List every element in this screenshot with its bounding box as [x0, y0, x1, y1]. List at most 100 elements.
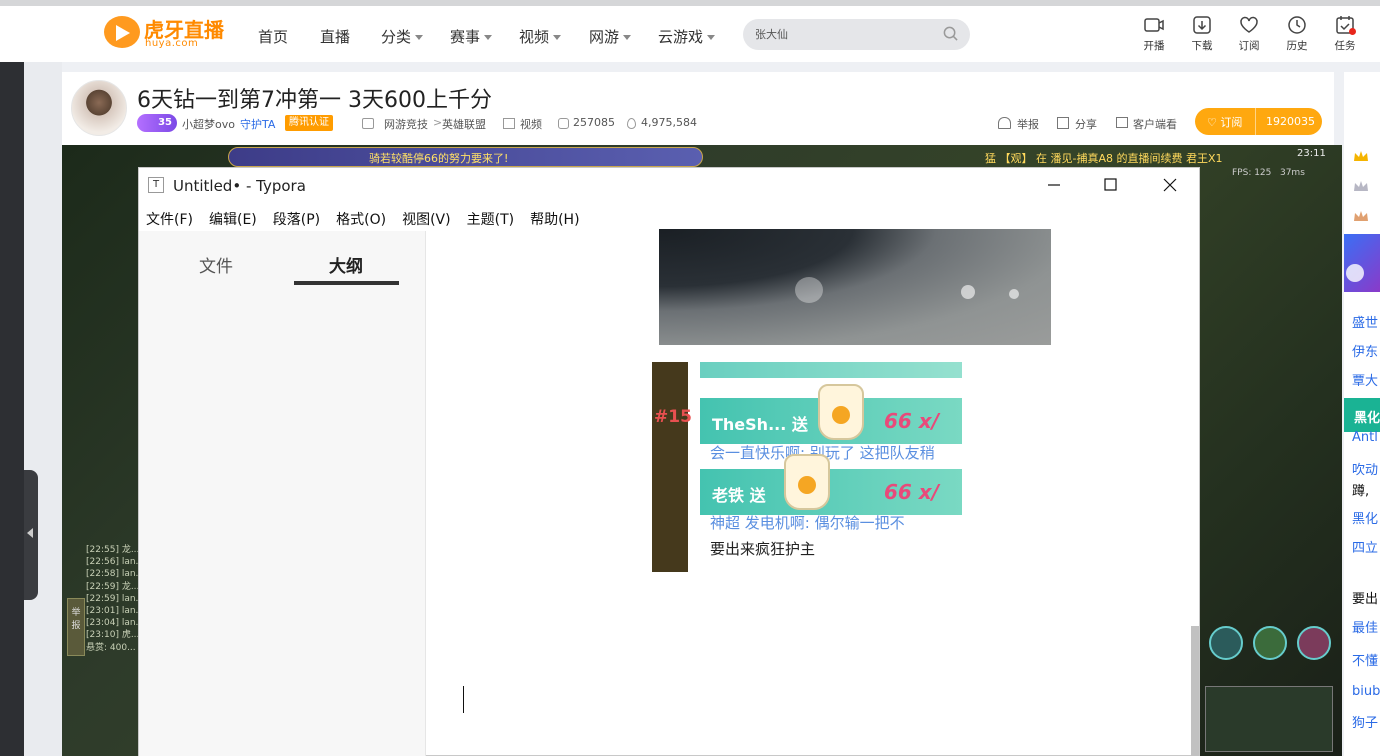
chat-line: 神超 发电机啊: 偶尔输一把不 — [710, 514, 905, 532]
bell-icon — [998, 117, 1011, 129]
search-input[interactable] — [755, 25, 935, 43]
nav-home[interactable]: 首页 — [258, 26, 288, 47]
nav-category[interactable]: 分类 — [381, 26, 424, 47]
header-action-tasks[interactable]: 任务 — [1328, 14, 1362, 53]
header-action-download[interactable]: 下载 — [1185, 14, 1219, 53]
guard-link[interactable]: 守护TA — [240, 116, 275, 132]
room-title: 6天钻一到第7冲第一 3天600上千分 — [137, 88, 492, 113]
share-link[interactable]: 分享 — [1075, 116, 1097, 132]
light-spot — [1009, 289, 1019, 299]
chat-line: [22:56] lan... — [86, 557, 145, 568]
menu-paragraph[interactable]: 段落(P) — [273, 212, 320, 228]
streamer-name[interactable]: 小超梦ovo — [182, 116, 235, 132]
tab-outline[interactable]: 大纲 — [329, 252, 363, 277]
chat-line: [22:55] 龙... — [86, 545, 140, 555]
breadcrumb-separator: > — [433, 116, 443, 129]
subscribe-label: 订阅 — [1220, 116, 1243, 129]
nav-cloud-games[interactable]: 云游戏 — [658, 26, 716, 47]
popularity-icon — [627, 118, 636, 129]
sidebar-chat-line: 伊东 — [1352, 345, 1379, 360]
crown-icon — [1354, 151, 1368, 161]
chat-line: 要出来疯狂护主 — [710, 540, 816, 558]
menu-help[interactable]: 帮助(H) — [530, 212, 579, 228]
room-id: 257085 — [573, 116, 615, 129]
huya-logo[interactable]: 虎牙直播 huya.com — [104, 14, 244, 50]
gift-bag-icon — [784, 454, 830, 510]
video-notice: 猛 【观】 在 潘见-捕真A8 的直播间续费 君王X1 — [985, 152, 1223, 165]
pasted-image-photo[interactable] — [659, 229, 1051, 345]
subscribe-button[interactable]: ♡ 订阅 1920035 — [1195, 108, 1322, 135]
header-action-subscribe[interactable]: 订阅 — [1232, 14, 1266, 53]
sidebar-chat-line: 不懂 — [1352, 654, 1379, 669]
action-label: 任务 — [1334, 40, 1356, 52]
sidebar-chat-line: 覃大 — [1352, 374, 1379, 389]
editor-scrollbar[interactable] — [1191, 626, 1199, 756]
header-action-history[interactable]: 历史 — [1280, 14, 1314, 53]
nav-live[interactable]: 直播 — [320, 26, 350, 47]
header-action-broadcast[interactable]: 开播 — [1137, 14, 1171, 53]
tab-files[interactable]: 文件 — [199, 252, 233, 277]
video-report-button[interactable]: 举报 — [67, 598, 85, 656]
download-icon — [1193, 16, 1211, 34]
light-spot — [795, 277, 823, 303]
menu-view[interactable]: 视图(V) — [402, 212, 451, 228]
menu-theme[interactable]: 主题(T) — [467, 212, 514, 228]
client-link[interactable]: 客户端看 — [1133, 116, 1177, 132]
sidebar-chat-line: 四立 — [1352, 541, 1379, 556]
pasted-image-gift-chat[interactable]: #15 TheSh... 送 66 x/ 会一直快乐啊: 别玩了 这把队友稍 老… — [652, 362, 962, 572]
search-icon[interactable] — [943, 26, 958, 41]
light-spot — [961, 285, 975, 299]
popularity-count: 4,975,584 — [641, 116, 697, 129]
nav-video[interactable]: 视频 — [519, 26, 562, 47]
sidebar-banner[interactable] — [1344, 234, 1380, 292]
sidebar-chat-line: 狗子 — [1352, 716, 1379, 731]
prev-arrow-icon[interactable] — [1346, 264, 1364, 282]
minimize-icon[interactable] — [1043, 176, 1065, 194]
subscriber-count: 1920035 — [1255, 108, 1315, 135]
clock-icon — [1288, 16, 1306, 34]
active-tab-indicator — [294, 281, 399, 285]
menu-file[interactable]: 文件(F) — [146, 212, 193, 228]
chat-line: [23:10] 虎... — [86, 630, 140, 641]
chat-line: [23:04] lan... — [86, 618, 145, 629]
gift-bag-icon — [818, 384, 864, 440]
category-icon — [362, 118, 374, 129]
sidebar-chat-line: 吹动 — [1352, 463, 1379, 478]
ping-value: 37ms — [1279, 168, 1305, 178]
game-minimap — [1205, 686, 1333, 752]
banner-text: 骑若较酷停66的努力要来了! — [369, 152, 509, 165]
close-icon[interactable] — [1159, 176, 1181, 194]
search-box — [743, 19, 970, 50]
action-label: 开播 — [1143, 40, 1165, 52]
gift-bar-partial — [700, 362, 962, 378]
nav-online-games[interactable]: 网游 — [589, 26, 632, 47]
fps-readout: FPS: 125 37ms — [1232, 168, 1305, 178]
sidebar-chat-line: biub — [1352, 684, 1380, 699]
action-label: 下载 — [1191, 40, 1213, 52]
game-clock: 23:11 — [1297, 148, 1326, 159]
video-link[interactable]: 视频 — [520, 116, 542, 132]
menu-edit[interactable]: 编辑(E) — [209, 212, 257, 228]
category-link[interactable]: 网游竞技 — [384, 116, 428, 132]
video-banner: 骑若较酷停66的努力要来了! — [228, 147, 703, 167]
edge-text: #15 — [654, 407, 692, 427]
typora-sidebar — [139, 231, 426, 756]
champion-portrait — [1253, 626, 1287, 660]
level-badge: 35 — [137, 114, 177, 132]
sidebar-chat-line: 黑化 — [1352, 512, 1379, 527]
nav-events[interactable]: 赛事 — [450, 26, 493, 47]
maximize-icon[interactable] — [1099, 176, 1121, 194]
collapse-sidebar-button[interactable] — [24, 470, 38, 600]
action-label: 订阅 — [1238, 40, 1260, 52]
streamer-avatar[interactable] — [71, 80, 127, 136]
game-link[interactable]: 英雄联盟 — [442, 116, 486, 132]
chat-line: [23:01] lan... — [86, 606, 145, 617]
champion-portrait — [1297, 626, 1331, 660]
gift-sender: 老铁 送 — [712, 486, 766, 505]
sidebar-chat-line: 盛世 — [1352, 316, 1379, 331]
fps-value: FPS: 125 — [1232, 168, 1272, 178]
chat-line: [22:58] lan... — [86, 569, 145, 580]
report-link[interactable]: 举报 — [1017, 116, 1039, 132]
sidebar-chat-line: Antl — [1352, 430, 1378, 445]
menu-format[interactable]: 格式(O) — [336, 212, 386, 228]
